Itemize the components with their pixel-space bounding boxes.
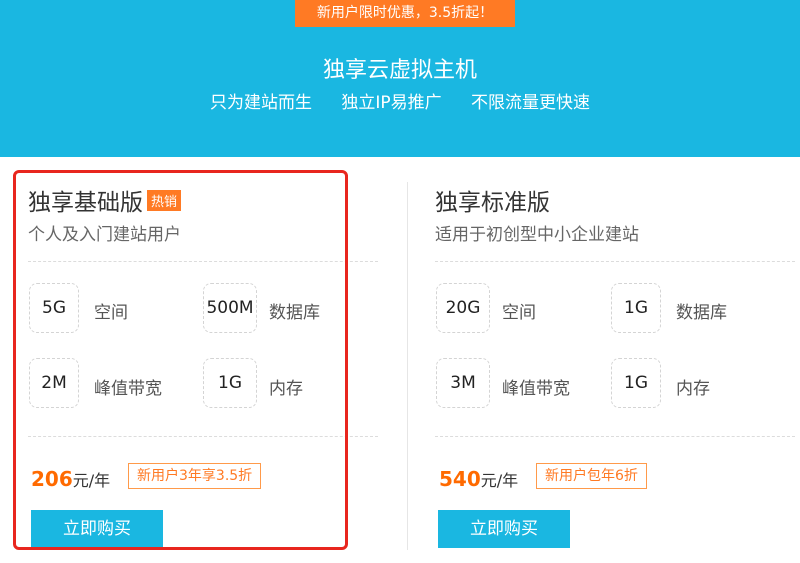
- plan-title: 独享基础版: [28, 190, 143, 216]
- spec-label: 峰值带宽: [502, 379, 570, 399]
- spec-value: 20G: [436, 283, 490, 333]
- hero-title: 独享云虚拟主机: [322, 58, 477, 83]
- plan-description: 个人及入门建站用户: [28, 225, 181, 245]
- price: 540元/年: [439, 467, 518, 491]
- spec-label: 内存: [269, 379, 303, 399]
- hero-subtitles: 只为建站而生 独立IP易推广 不限流量更快速: [0, 88, 800, 113]
- plan-card-basic[interactable]: 独享基础版 热销 个人及入门建站用户 5G 空间 500M 数据库 2M 峰值带宽…: [0, 157, 378, 563]
- spec-value: 3M: [436, 358, 490, 408]
- divider: [28, 436, 378, 437]
- price-unit: 元/年: [72, 471, 111, 490]
- hero-subtitle: 只为建站而生: [209, 93, 312, 113]
- price-value: 206: [31, 467, 73, 491]
- spec-label: 空间: [502, 303, 536, 323]
- divider: [28, 261, 378, 262]
- spec-label: 内存: [676, 379, 710, 399]
- spec-label: 数据库: [269, 303, 320, 323]
- spec-value: 2M: [29, 358, 79, 408]
- hero-subtitle: 独立IP易推广: [341, 93, 442, 113]
- price-value: 540: [439, 467, 481, 491]
- discount-tag: 新用户3年享3.5折: [128, 463, 262, 489]
- promo-banner[interactable]: 新用户限时优惠，3.5折起！: [295, 0, 515, 27]
- buy-button[interactable]: 立即购买: [31, 510, 163, 548]
- spec-value: 5G: [29, 283, 79, 333]
- buy-button[interactable]: 立即购买: [438, 510, 570, 548]
- spec-value: 1G: [203, 358, 257, 408]
- hot-badge: 热销: [147, 190, 182, 211]
- spec-label: 数据库: [676, 303, 727, 323]
- price: 206元/年: [31, 467, 110, 491]
- divider: [435, 436, 795, 437]
- spec-value: 1G: [611, 283, 661, 333]
- spec-label: 空间: [94, 303, 128, 323]
- plan-name: 独享标准版: [435, 190, 550, 216]
- plan-name: 独享基础版 热销: [28, 183, 182, 217]
- spec-label: 峰值带宽: [94, 379, 162, 399]
- spec-value: 500M: [203, 283, 257, 333]
- plan-description: 适用于初创型中小企业建站: [435, 225, 639, 245]
- spec-value: 1G: [611, 358, 661, 408]
- divider: [435, 261, 795, 262]
- plan-card-standard[interactable]: 独享标准版 适用于初创型中小企业建站 20G 空间 1G 数据库 3M 峰值带宽…: [408, 157, 800, 563]
- price-unit: 元/年: [480, 471, 519, 490]
- discount-tag: 新用户包年6折: [536, 463, 647, 489]
- hero-banner: 新用户限时优惠，3.5折起！ 独享云虚拟主机 只为建站而生 独立IP易推广 不限…: [0, 0, 800, 157]
- hero-subtitle: 不限流量更快速: [471, 93, 591, 113]
